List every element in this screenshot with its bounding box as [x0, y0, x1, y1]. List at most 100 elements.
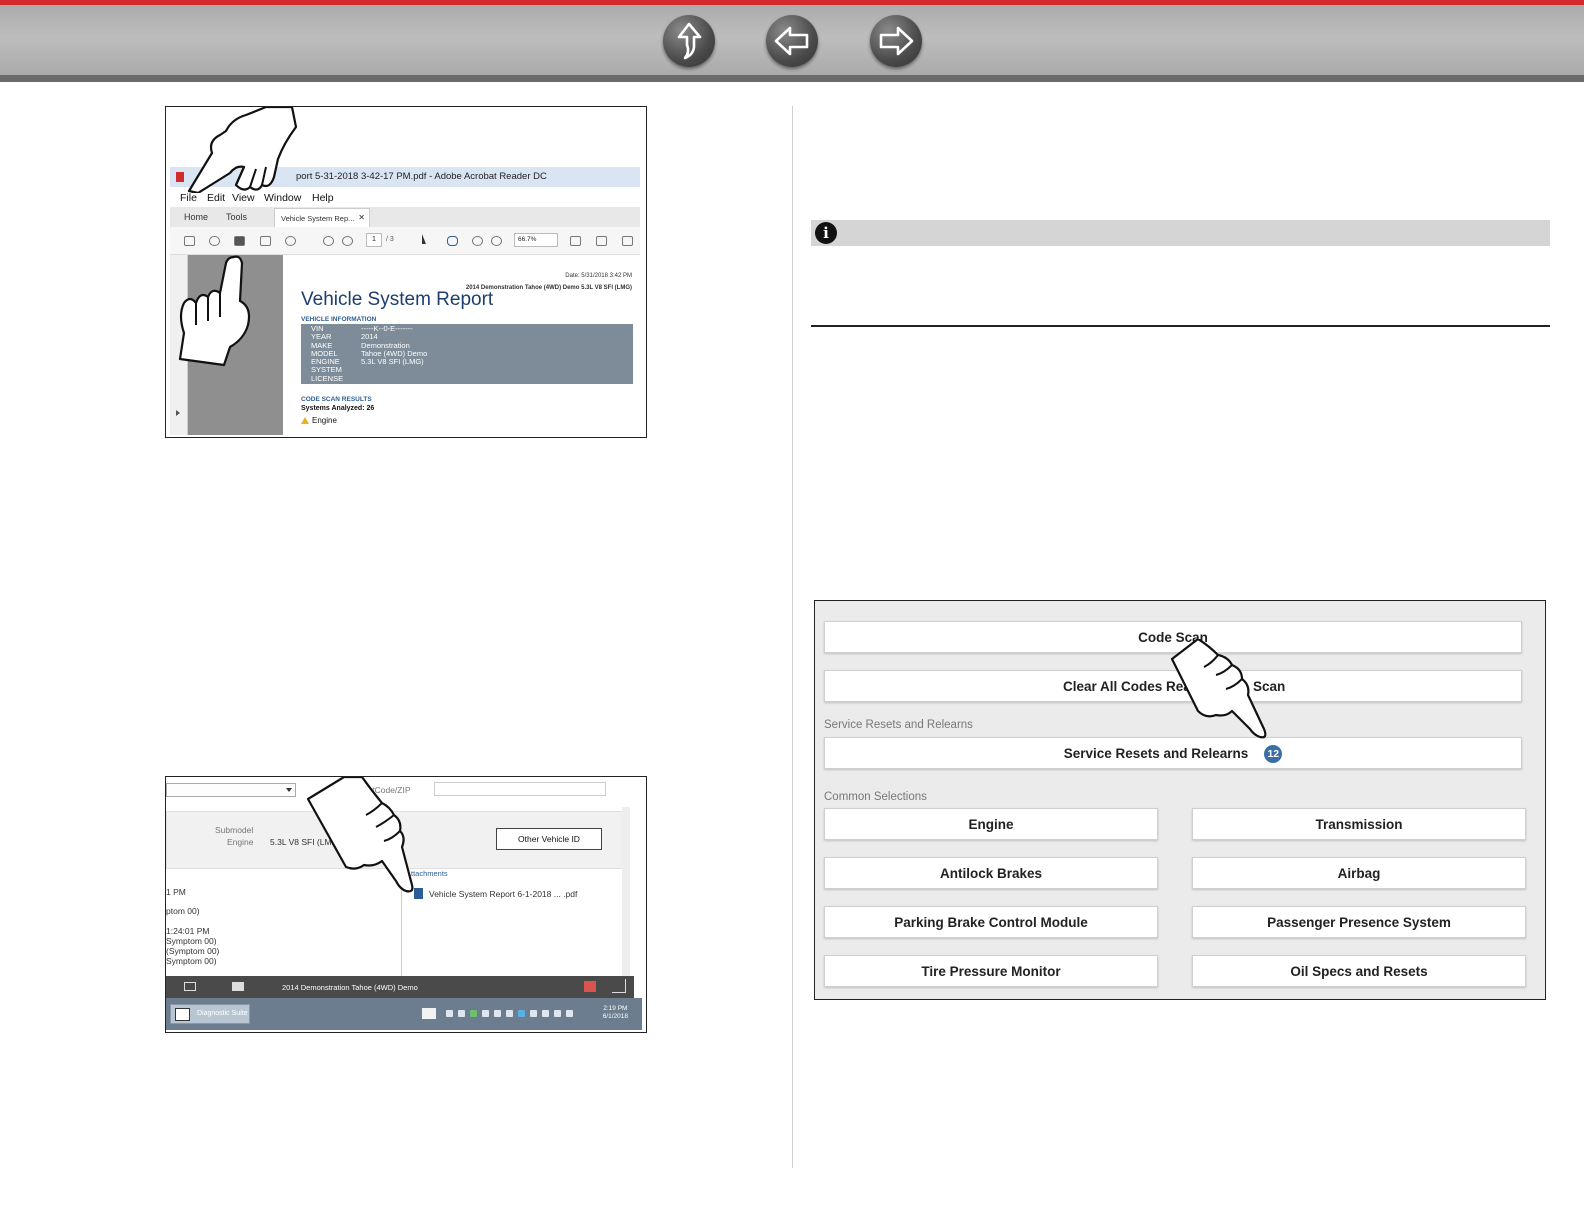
system-name: Engine: [312, 416, 337, 425]
document-background: [188, 255, 283, 435]
tray-icon[interactable]: [446, 1010, 453, 1017]
up-arrow-icon: [677, 22, 702, 60]
taskbar-app-button[interactable]: Diagnostic Suite: [170, 1004, 250, 1024]
print-icon[interactable]: [584, 981, 596, 992]
hand-tool-icon[interactable]: [447, 236, 458, 246]
menu-edit[interactable]: Edit: [207, 192, 225, 204]
warning-icon: [301, 417, 309, 424]
menu-file[interactable]: File: [180, 192, 197, 204]
antilock-brakes-button[interactable]: Antilock Brakes: [824, 857, 1158, 889]
right-arrow-icon: [879, 26, 914, 56]
zoom-out-icon[interactable]: [472, 236, 483, 246]
service-section-label: Service Resets and Relearns: [824, 719, 973, 731]
menu-help[interactable]: Help: [312, 192, 334, 204]
postcode-input[interactable]: [434, 782, 606, 796]
vehicle-dropdown[interactable]: [166, 783, 296, 797]
info-icon: i: [815, 222, 837, 244]
zoom-level-select[interactable]: 66.7%: [514, 233, 558, 247]
vehicle-info-values: -----K--0-E------- 2014 Demonstration Ta…: [361, 324, 428, 367]
scrollbar[interactable]: [622, 807, 630, 977]
navigation-pane-toggle[interactable]: [170, 255, 188, 435]
note-banner: i: [811, 220, 1550, 246]
list-item[interactable]: 1 PM: [166, 887, 186, 897]
acrobat-menu-bar: File Edit View Window Help: [170, 189, 640, 207]
wifi-icon[interactable]: [554, 1010, 561, 1017]
flag-icon[interactable]: [542, 1010, 549, 1017]
save-icon[interactable]: [184, 236, 195, 246]
oil-specs-button[interactable]: Oil Specs and Resets: [1192, 955, 1526, 987]
upload-icon[interactable]: [209, 236, 220, 246]
clear-codes-label: Clear All Codes Rea: [1063, 679, 1191, 694]
page-total: / 3: [386, 236, 394, 243]
list-item[interactable]: 1:24:01 PM: [166, 926, 209, 936]
code-scan-heading: CODE SCAN RESULTS: [301, 396, 372, 403]
tab-home[interactable]: Home: [184, 212, 208, 222]
bluetooth-icon[interactable]: [506, 1010, 513, 1017]
other-vehicle-id-button[interactable]: Other Vehicle ID: [496, 828, 602, 850]
tray-icon[interactable]: [482, 1010, 489, 1017]
service-resets-button[interactable]: Service Resets and Relearns 12: [824, 737, 1522, 769]
fullscreen-toggle-icon[interactable]: [612, 979, 626, 993]
engine-value: 5.3L V8 SFI (LM: [270, 837, 332, 847]
page-down-icon[interactable]: [342, 236, 353, 246]
list-item[interactable]: Symptom 00): [166, 956, 217, 966]
airbag-button[interactable]: Airbag: [1192, 857, 1526, 889]
page-up-icon[interactable]: [323, 236, 334, 246]
attachment-file[interactable]: Vehicle System Report 6-1-2018 ... .pdf: [414, 888, 577, 899]
parking-brake-button[interactable]: Parking Brake Control Module: [824, 906, 1158, 938]
tab-document[interactable]: Vehicle System Rep... ✕: [274, 208, 370, 227]
list-item[interactable]: ptom 00): [166, 906, 200, 916]
history-list: 1 PM ptom 00) 1:24:01 PM Symptom 00) (Sy…: [166, 871, 402, 977]
menu-view[interactable]: View: [232, 192, 255, 204]
bottom-dark-stripe: [0, 75, 1584, 82]
print-icon[interactable]: [234, 236, 245, 246]
full-screen-icon[interactable]: [622, 236, 633, 246]
engine-button[interactable]: Engine: [824, 808, 1158, 840]
report-page: Date: 5/31/2018 3:42 PM 2014 Demonstrati…: [283, 255, 640, 435]
tire-pressure-button[interactable]: Tire Pressure Monitor: [824, 955, 1158, 987]
transmission-button[interactable]: Transmission: [1192, 808, 1526, 840]
common-section-label: Common Selections: [824, 791, 927, 803]
select-tool-icon[interactable]: [422, 234, 426, 244]
menu-window[interactable]: Window: [264, 192, 301, 204]
taskbar-clock[interactable]: 2:19 PM 6/1/2018: [603, 1005, 628, 1021]
section-rule: [811, 325, 1550, 327]
previous-page-button[interactable]: [766, 15, 818, 67]
fit-page-icon[interactable]: [570, 236, 581, 246]
tray-icon[interactable]: [470, 1010, 477, 1017]
tray-icon[interactable]: [494, 1010, 501, 1017]
email-icon[interactable]: [260, 236, 271, 246]
zoom-in-icon[interactable]: [491, 236, 502, 246]
folder-icon[interactable]: [232, 982, 244, 991]
vehicle-info-labels: VIN YEAR MAKE MODEL ENGINE SYSTEM LICENS…: [311, 324, 344, 383]
page-number-field[interactable]: 1: [366, 233, 382, 247]
volume-icon[interactable]: [566, 1010, 573, 1017]
attachment-file-name: Vehicle System Report 6-1-2018 ... .pdf: [429, 889, 578, 899]
search-icon[interactable]: [285, 236, 296, 246]
close-tab-icon[interactable]: ✕: [358, 213, 365, 222]
list-item[interactable]: Symptom 00): [166, 936, 217, 946]
pen-icon[interactable]: [422, 1008, 436, 1019]
postcode-label: stCode/ZIP: [368, 785, 411, 795]
tray-icon[interactable]: [530, 1010, 537, 1017]
next-page-button[interactable]: [870, 15, 922, 67]
engine-label: Engine: [227, 837, 254, 847]
network-icon[interactable]: [518, 1010, 525, 1017]
attachments-label: Attachments: [406, 869, 448, 878]
top-red-stripe: [0, 0, 1584, 5]
vehicle-info-table: VIN YEAR MAKE MODEL ENGINE SYSTEM LICENS…: [301, 324, 633, 384]
clock-time: 2:19 PM: [603, 1005, 628, 1012]
passenger-presence-button[interactable]: Passenger Presence System: [1192, 906, 1526, 938]
home-up-button[interactable]: [663, 15, 715, 67]
tab-tools[interactable]: Tools: [226, 212, 247, 222]
expand-pane-icon[interactable]: [176, 410, 180, 416]
code-scan-button[interactable]: Code Scan: [824, 621, 1522, 653]
tray-icon[interactable]: [458, 1010, 465, 1017]
submodel-label: Submodel: [215, 825, 254, 835]
fit-width-icon[interactable]: [596, 236, 607, 246]
column-divider: [792, 106, 793, 1168]
exit-icon[interactable]: [184, 982, 196, 991]
acrobat-toolbar: 1 / 3 66.7%: [170, 227, 640, 255]
clear-all-codes-button[interactable]: Clear All Codes Rea Scan: [824, 670, 1522, 702]
list-item[interactable]: (Symptom 00): [166, 946, 219, 956]
